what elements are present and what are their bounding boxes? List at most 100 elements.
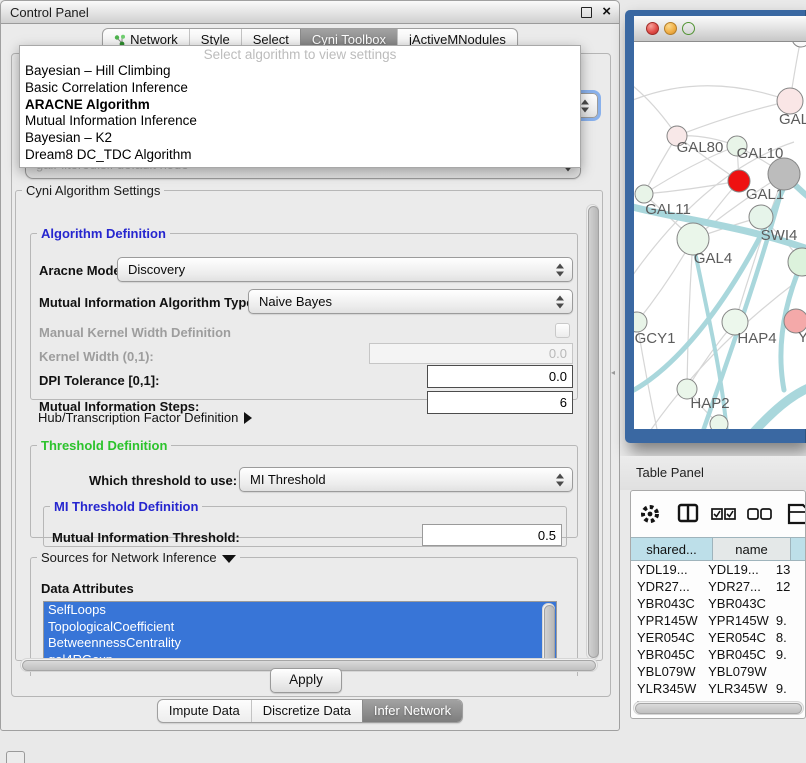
dropdown-prompt: Select algorithm to view settings (20, 46, 580, 63)
attribute-item-selfloops[interactable]: SelfLoops (44, 602, 556, 619)
table-cell[interactable]: YBR045C (702, 646, 770, 663)
float-window-icon[interactable] (581, 7, 592, 18)
corner-widget[interactable] (6, 751, 25, 763)
network-view-window[interactable]: GALGAL80GAL10GAL1GAL11SWI4GAL4GCY1HAP4YH… (625, 10, 806, 443)
aracne-mode-value: Discovery (128, 258, 185, 281)
table-horizontal-scrollbar[interactable] (633, 701, 804, 715)
table-cell[interactable]: YDL19... (702, 561, 770, 578)
network-node-gcy1[interactable] (634, 312, 647, 332)
network-edge (644, 181, 739, 194)
network-node-label-gal4: GAL4 (694, 250, 732, 267)
cyni-algorithm-settings-group: Cyni Algorithm Settings Algorithm Defini… (15, 183, 603, 661)
column-header-shared[interactable]: shared... (631, 537, 713, 561)
mi-threshold-label: Mutual Information Threshold: (52, 530, 240, 545)
hub-definition-toggle[interactable]: Hub/Transcription Factor Definition (38, 410, 252, 425)
tab-label: Infer Network (374, 700, 451, 722)
tab-impute-data[interactable]: Impute Data (158, 700, 251, 722)
kernel-width-input[interactable] (369, 343, 573, 364)
table-row[interactable]: YDL19...YDL19...13 (631, 561, 805, 578)
dropdown-item-basic-correlation-inference[interactable]: Basic Correlation Inference (20, 80, 580, 97)
table-cell[interactable]: YER054C (702, 629, 770, 646)
table-cell[interactable]: YPR145W (702, 612, 770, 629)
table-cell[interactable]: YLR345W (702, 680, 770, 697)
table-cell[interactable]: YER054C (631, 629, 702, 646)
table-row[interactable]: YBL079WYBL079W (631, 663, 805, 680)
zoom-traffic-light[interactable] (682, 22, 695, 35)
scrollbar-thumb[interactable] (588, 206, 599, 658)
dpi-tolerance-input[interactable] (427, 365, 573, 388)
table-cell[interactable]: YDR27... (631, 578, 702, 595)
table-row[interactable]: YBR043CYBR043C (631, 595, 805, 612)
table-cell[interactable]: YPR145W (631, 612, 702, 629)
dropdown-item-mutual-information-inference[interactable]: Mutual Information Inference (20, 113, 580, 130)
table-row[interactable]: YLR345WYLR345W9. (631, 680, 805, 697)
table-row[interactable]: YBR045CYBR045C9. (631, 646, 805, 663)
combo-arrows-icon (556, 263, 564, 276)
control-panel-window: Control Panel × NetworkStyleSelectCyni T… (0, 0, 620, 731)
table-row[interactable]: YPR145WYPR145W9. (631, 612, 805, 629)
close-icon[interactable]: × (602, 3, 611, 20)
table-cell[interactable] (770, 663, 805, 680)
minimize-traffic-light[interactable] (664, 22, 677, 35)
column-header-2[interactable] (791, 537, 806, 561)
mi-type-combo[interactable]: Naive Bayes (248, 289, 573, 314)
network-node-bottom-green[interactable] (710, 415, 728, 429)
network-node-label-hap4: HAP4 (737, 330, 776, 347)
table-cell[interactable]: 12 (770, 578, 805, 595)
network-node-label-pink-right: Y (798, 329, 806, 346)
mi-threshold-input[interactable] (422, 524, 562, 546)
table-cell[interactable]: YBL079W (702, 663, 770, 680)
mi-type-label: Mutual Information Algorithm Type: (39, 295, 258, 310)
aracne-mode-combo[interactable]: Discovery (117, 257, 573, 282)
table-cell[interactable]: YBR043C (631, 595, 702, 612)
mi-threshold-legend: MI Threshold Definition (50, 499, 202, 514)
column-header-name[interactable]: name (713, 537, 791, 561)
settings-vertical-scrollbar[interactable] (586, 204, 599, 660)
table-cell[interactable]: YLR345W (631, 680, 702, 697)
network-window-titlebar[interactable] (634, 16, 806, 42)
network-canvas[interactable]: GALGAL80GAL10GAL1GAL11SWI4GAL4GCY1HAP4YH… (634, 42, 806, 429)
table-cell[interactable]: 9. (770, 646, 805, 663)
attribute-item-betweennesscentrality[interactable]: BetweennessCentrality (44, 635, 556, 652)
table-cell[interactable]: YBL079W (631, 663, 702, 680)
table-row[interactable]: YER054CYER054C8. (631, 629, 805, 646)
algorithm-dropdown-popup: Select algorithm to view settings Bayesi… (19, 45, 581, 168)
close-traffic-light[interactable] (646, 22, 659, 35)
table-cell[interactable]: YBR043C (702, 595, 770, 612)
apply-button[interactable]: Apply (270, 668, 342, 693)
manual-kernel-checkbox[interactable] (555, 323, 570, 338)
table-cell[interactable]: YBR045C (631, 646, 702, 663)
network-node-right-green[interactable] (788, 248, 806, 276)
scrollbar-thumb[interactable] (635, 703, 802, 714)
table-cell[interactable]: 9. (770, 612, 805, 629)
table-cell[interactable]: 9. (770, 680, 805, 697)
dropdown-item-bayesian-hill-climbing[interactable]: Bayesian – Hill Climbing (20, 63, 580, 80)
select-all-checkboxes-icon[interactable] (711, 507, 737, 521)
table-cell[interactable]: 13 (770, 561, 805, 578)
sources-legend[interactable]: Sources for Network Inference (37, 550, 240, 565)
which-threshold-combo[interactable]: MI Threshold (239, 467, 573, 492)
table-cell[interactable]: 8. (770, 629, 805, 646)
table-cell[interactable] (770, 595, 805, 612)
table-cell[interactable]: YDL19... (631, 561, 702, 578)
columns-icon[interactable] (677, 503, 699, 523)
panel-splitter-handle[interactable]: ◂ (611, 368, 619, 378)
network-node-gray-node[interactable] (768, 158, 800, 190)
export-table-icon[interactable] (787, 503, 806, 525)
gear-icon[interactable] (639, 503, 661, 525)
dropdown-item-dream8-dc-tdc-algorithm[interactable]: Dream8 DC_TDC Algorithm (20, 147, 580, 164)
table-row[interactable]: YDR27...YDR27...12 (631, 578, 805, 595)
network-node-top-partial[interactable] (792, 42, 806, 47)
dropdown-item-aracne-algorithm[interactable]: ARACNE Algorithm (20, 97, 580, 114)
attribute-item-topologicalcoefficient[interactable]: TopologicalCoefficient (44, 619, 556, 636)
tab-discretize-data[interactable]: Discretize Data (251, 700, 362, 722)
bottom-tab-bar: Impute DataDiscretize Data Infer Network (1, 699, 619, 723)
dropdown-item-bayesian-k2[interactable]: Bayesian – K2 (20, 130, 580, 147)
table-cell[interactable]: YDR27... (702, 578, 770, 595)
which-threshold-value: MI Threshold (250, 468, 326, 491)
control-panel-titlebar[interactable]: Control Panel × (1, 1, 619, 24)
deselect-all-checkboxes-icon[interactable] (747, 507, 773, 521)
tab-infer-network[interactable]: Infer Network (362, 700, 462, 722)
mi-steps-input[interactable] (427, 391, 573, 414)
network-node-swi4[interactable] (749, 205, 773, 229)
